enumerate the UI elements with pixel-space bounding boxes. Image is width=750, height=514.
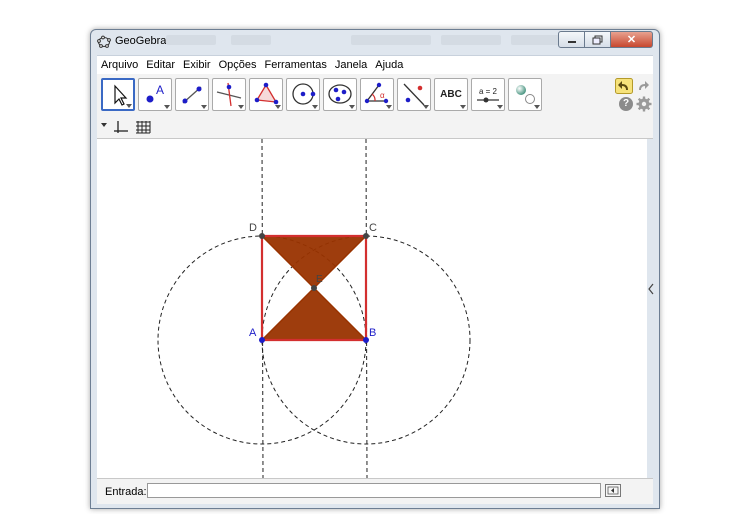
input-help-button[interactable] bbox=[605, 484, 621, 497]
sidebar-toggle[interactable] bbox=[647, 139, 655, 478]
background-blur bbox=[441, 35, 501, 45]
help-icon[interactable]: ? bbox=[619, 97, 633, 111]
style-bar bbox=[97, 116, 653, 139]
background-blur bbox=[351, 35, 431, 45]
menu-janela[interactable]: Janela bbox=[331, 59, 371, 71]
dropdown-indicator bbox=[164, 105, 170, 109]
dropdown-indicator bbox=[126, 104, 132, 108]
dropdown-indicator bbox=[201, 105, 207, 109]
dropdown-indicator bbox=[312, 105, 318, 109]
graphics-view[interactable]: A B C D E bbox=[97, 139, 647, 478]
close-button[interactable]: ✕ bbox=[611, 31, 653, 48]
gear-icon[interactable] bbox=[636, 96, 652, 112]
point-a[interactable] bbox=[259, 337, 265, 343]
background-blur bbox=[231, 35, 271, 45]
triangle-left-icon bbox=[607, 486, 619, 495]
title-bar[interactable]: GeoGebra ✕ bbox=[91, 30, 659, 54]
dropdown-indicator bbox=[349, 105, 355, 109]
construction-canvas[interactable]: A B C D E bbox=[97, 139, 647, 478]
window-controls: ✕ bbox=[558, 31, 653, 48]
text-tool-button[interactable]: ABC bbox=[434, 78, 468, 111]
chevron-left-icon bbox=[648, 283, 654, 295]
line-tool-button[interactable] bbox=[175, 78, 209, 111]
circle-three-points-tool-button[interactable] bbox=[323, 78, 357, 111]
menu-arquivo[interactable]: Arquivo bbox=[97, 59, 142, 71]
move-tool-button[interactable] bbox=[101, 78, 135, 111]
dropdown-indicator bbox=[386, 105, 392, 109]
close-icon: ✕ bbox=[626, 34, 637, 46]
menu-exibir[interactable]: Exibir bbox=[179, 59, 215, 71]
angle-tool-button[interactable]: α bbox=[360, 78, 394, 111]
menu-opcoes[interactable]: Opções bbox=[215, 59, 261, 71]
text-tool-label: ABC bbox=[440, 89, 462, 100]
label-a: A bbox=[249, 327, 257, 339]
dropdown-indicator bbox=[275, 105, 281, 109]
polygon-tool-button[interactable] bbox=[249, 78, 283, 111]
circle-center-point-tool-button[interactable] bbox=[286, 78, 320, 111]
label-b: B bbox=[369, 327, 376, 339]
style-bar-toggle-icon[interactable] bbox=[100, 119, 108, 135]
dropdown-indicator bbox=[497, 105, 503, 109]
point-e[interactable] bbox=[311, 285, 317, 291]
dropdown-indicator bbox=[423, 105, 429, 109]
geogebra-window: GeoGebra ✕ Arquivo Editar Exibir Opções bbox=[90, 29, 660, 509]
point-d[interactable] bbox=[259, 233, 265, 239]
menu-ajuda[interactable]: Ajuda bbox=[371, 59, 407, 71]
background-blur bbox=[166, 35, 216, 45]
grid-toggle-icon[interactable] bbox=[135, 119, 151, 135]
input-label: Entrada: bbox=[105, 486, 147, 498]
label-c: C bbox=[369, 222, 377, 234]
minimize-button[interactable] bbox=[558, 31, 585, 48]
menu-ferramentas[interactable]: Ferramentas bbox=[260, 59, 330, 71]
geogebra-logo-icon bbox=[97, 35, 111, 48]
lower-triangle[interactable] bbox=[260, 286, 368, 341]
svg-text:α: α bbox=[380, 91, 385, 100]
menu-editar[interactable]: Editar bbox=[142, 59, 179, 71]
maximize-button[interactable] bbox=[585, 31, 611, 48]
reflect-tool-button[interactable] bbox=[397, 78, 431, 111]
window-title: GeoGebra bbox=[115, 35, 167, 47]
undo-icon[interactable] bbox=[615, 78, 633, 94]
label-e: E bbox=[316, 274, 323, 285]
perpendicular-line-tool-button[interactable] bbox=[212, 78, 246, 111]
dropdown-indicator bbox=[238, 105, 244, 109]
dropdown-indicator bbox=[534, 105, 540, 109]
minimize-icon bbox=[567, 40, 576, 43]
svg-text:A: A bbox=[156, 83, 164, 97]
dropdown-indicator bbox=[460, 105, 466, 109]
show-hide-object-tool-button[interactable] bbox=[508, 78, 542, 111]
background-blur bbox=[511, 35, 561, 45]
upper-triangle[interactable] bbox=[260, 235, 368, 290]
point-tool-button[interactable]: A bbox=[138, 78, 172, 111]
toolbar: A α ABC a = 2 ? bbox=[97, 74, 653, 116]
restore-icon bbox=[592, 35, 603, 44]
input-field[interactable] bbox=[147, 483, 601, 498]
input-bar: Entrada: bbox=[97, 478, 653, 504]
menu-bar: Arquivo Editar Exibir Opções Ferramentas… bbox=[97, 55, 653, 75]
label-d: D bbox=[249, 222, 257, 234]
redo-icon[interactable] bbox=[634, 78, 652, 94]
axes-toggle-icon[interactable] bbox=[113, 119, 129, 135]
slider-tool-button[interactable]: a = 2 bbox=[471, 78, 505, 111]
